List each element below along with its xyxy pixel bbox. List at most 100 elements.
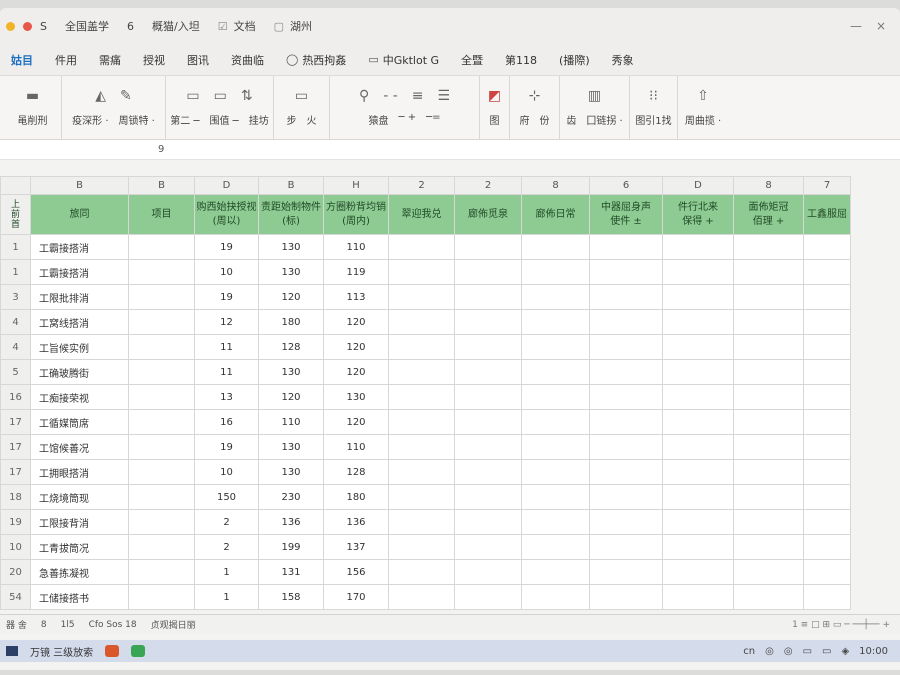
tray-item[interactable]: ▭: [822, 646, 831, 657]
cell[interactable]: [521, 434, 590, 460]
cell[interactable]: [521, 359, 590, 385]
cell[interactable]: [521, 459, 590, 485]
item-name-cell[interactable]: 工旨候实例: [30, 334, 129, 360]
item-name-cell[interactable]: 工霸接搭消: [30, 234, 129, 260]
cell[interactable]: [662, 459, 734, 485]
item-name-cell[interactable]: 工青拔筒况: [30, 534, 129, 560]
value-cell[interactable]: 2: [194, 534, 259, 560]
row-number[interactable]: 54: [0, 584, 31, 610]
value-cell[interactable]: 120: [258, 284, 324, 310]
title-item[interactable]: 湖州: [290, 18, 312, 34]
value-cell[interactable]: 113: [323, 284, 389, 310]
header-cell[interactable]: 购西始抉授视 (周以): [194, 194, 259, 235]
ribbon-group-6[interactable]: ◩ 图: [480, 76, 510, 139]
value-cell[interactable]: 136: [323, 509, 389, 535]
cell[interactable]: [388, 484, 455, 510]
value-cell[interactable]: 170: [323, 584, 389, 610]
cell[interactable]: [454, 384, 522, 410]
cell[interactable]: [803, 534, 851, 560]
item-name-cell[interactable]: 工窝线搭消: [30, 309, 129, 335]
cell[interactable]: [803, 384, 851, 410]
column-letter[interactable]: D: [662, 176, 734, 195]
value-cell[interactable]: 110: [258, 409, 324, 435]
cell[interactable]: [662, 359, 734, 385]
value-cell[interactable]: 19: [194, 284, 259, 310]
cell[interactable]: [128, 409, 195, 435]
cell[interactable]: [454, 409, 522, 435]
minimize-dot-icon[interactable]: [6, 21, 15, 31]
cell[interactable]: [128, 359, 195, 385]
header-cell[interactable]: 翠迎我兑: [388, 194, 455, 235]
cell[interactable]: [521, 284, 590, 310]
value-cell[interactable]: 1: [194, 559, 259, 585]
start-icon[interactable]: [6, 646, 18, 656]
cell[interactable]: [521, 309, 590, 335]
cell[interactable]: [388, 309, 455, 335]
header-cell[interactable]: 廊佈日常: [521, 194, 590, 235]
column-letter[interactable]: D: [194, 176, 259, 195]
value-cell[interactable]: 150: [194, 484, 259, 510]
value-cell[interactable]: 130: [323, 384, 389, 410]
header-cell[interactable]: 项目: [128, 194, 195, 235]
cell[interactable]: [803, 409, 851, 435]
cell[interactable]: [733, 334, 804, 360]
row-number[interactable]: 19: [0, 509, 31, 535]
zoom-controls[interactable]: 1 ≡ □ ⊞ ▭ ─ ──┼── +: [792, 620, 900, 630]
cell[interactable]: [589, 259, 663, 285]
cell[interactable]: [589, 359, 663, 385]
cell[interactable]: [803, 559, 851, 585]
cell[interactable]: [803, 509, 851, 535]
cell[interactable]: [662, 234, 734, 260]
cell[interactable]: [589, 509, 663, 535]
row-header-corner[interactable]: 上 前 首: [0, 194, 31, 235]
cell[interactable]: [733, 509, 804, 535]
cell[interactable]: [521, 234, 590, 260]
ribbon-group-10[interactable]: ⇧ 周曲揽 ·: [678, 76, 728, 139]
ribbon-group-9[interactable]: ⁝⁝ 图引1找: [630, 76, 678, 139]
cell[interactable]: [454, 484, 522, 510]
ribbon-group-4[interactable]: ▭ 步火: [274, 76, 330, 139]
value-cell[interactable]: 12: [194, 309, 259, 335]
ribbon-group-2[interactable]: ◭ ✎ 疫深形 · 周锁特 ·: [62, 76, 166, 139]
tray-item[interactable]: cn: [743, 646, 755, 657]
value-cell[interactable]: 158: [258, 584, 324, 610]
cell[interactable]: [128, 459, 195, 485]
value-cell[interactable]: 19: [194, 234, 259, 260]
cell[interactable]: [521, 259, 590, 285]
cell[interactable]: [803, 434, 851, 460]
header-cell[interactable]: 方圈粉背均销 (周内): [323, 194, 389, 235]
cell[interactable]: [662, 484, 734, 510]
cell[interactable]: [454, 259, 522, 285]
tray-item[interactable]: ◎: [784, 646, 793, 657]
column-letter[interactable]: 8: [521, 176, 590, 195]
tab-2[interactable]: 件用: [44, 52, 88, 68]
cell[interactable]: [128, 334, 195, 360]
cell[interactable]: [388, 284, 455, 310]
header-cell[interactable]: 中器屈身声 使件 ±: [589, 194, 663, 235]
cell[interactable]: [128, 509, 195, 535]
cell[interactable]: [388, 259, 455, 285]
value-cell[interactable]: 120: [258, 384, 324, 410]
value-cell[interactable]: 120: [323, 409, 389, 435]
value-cell[interactable]: 10: [194, 259, 259, 285]
tab-5[interactable]: 图讯: [176, 52, 220, 68]
title-item[interactable]: 文档: [234, 18, 256, 34]
cell[interactable]: [388, 509, 455, 535]
cell[interactable]: [388, 434, 455, 460]
title-item[interactable]: 全国盖学: [65, 18, 109, 34]
item-name-cell[interactable]: 工循媒筒席: [30, 409, 129, 435]
taskbar-item[interactable]: 万镜 三级放索: [30, 644, 93, 659]
cell[interactable]: [128, 309, 195, 335]
cell[interactable]: [128, 559, 195, 585]
tab-9[interactable]: 全暨: [450, 52, 494, 68]
cell[interactable]: [733, 384, 804, 410]
cell[interactable]: [589, 309, 663, 335]
cell[interactable]: [803, 584, 851, 610]
ribbon-group-8[interactable]: ▥ 齿囗链拐 ·: [560, 76, 630, 139]
cell[interactable]: [454, 284, 522, 310]
cell[interactable]: [521, 384, 590, 410]
item-name-cell[interactable]: 工烧境筒现: [30, 484, 129, 510]
cell[interactable]: [733, 309, 804, 335]
cell[interactable]: [733, 359, 804, 385]
title-item[interactable]: 概猫/入坦: [152, 18, 200, 34]
